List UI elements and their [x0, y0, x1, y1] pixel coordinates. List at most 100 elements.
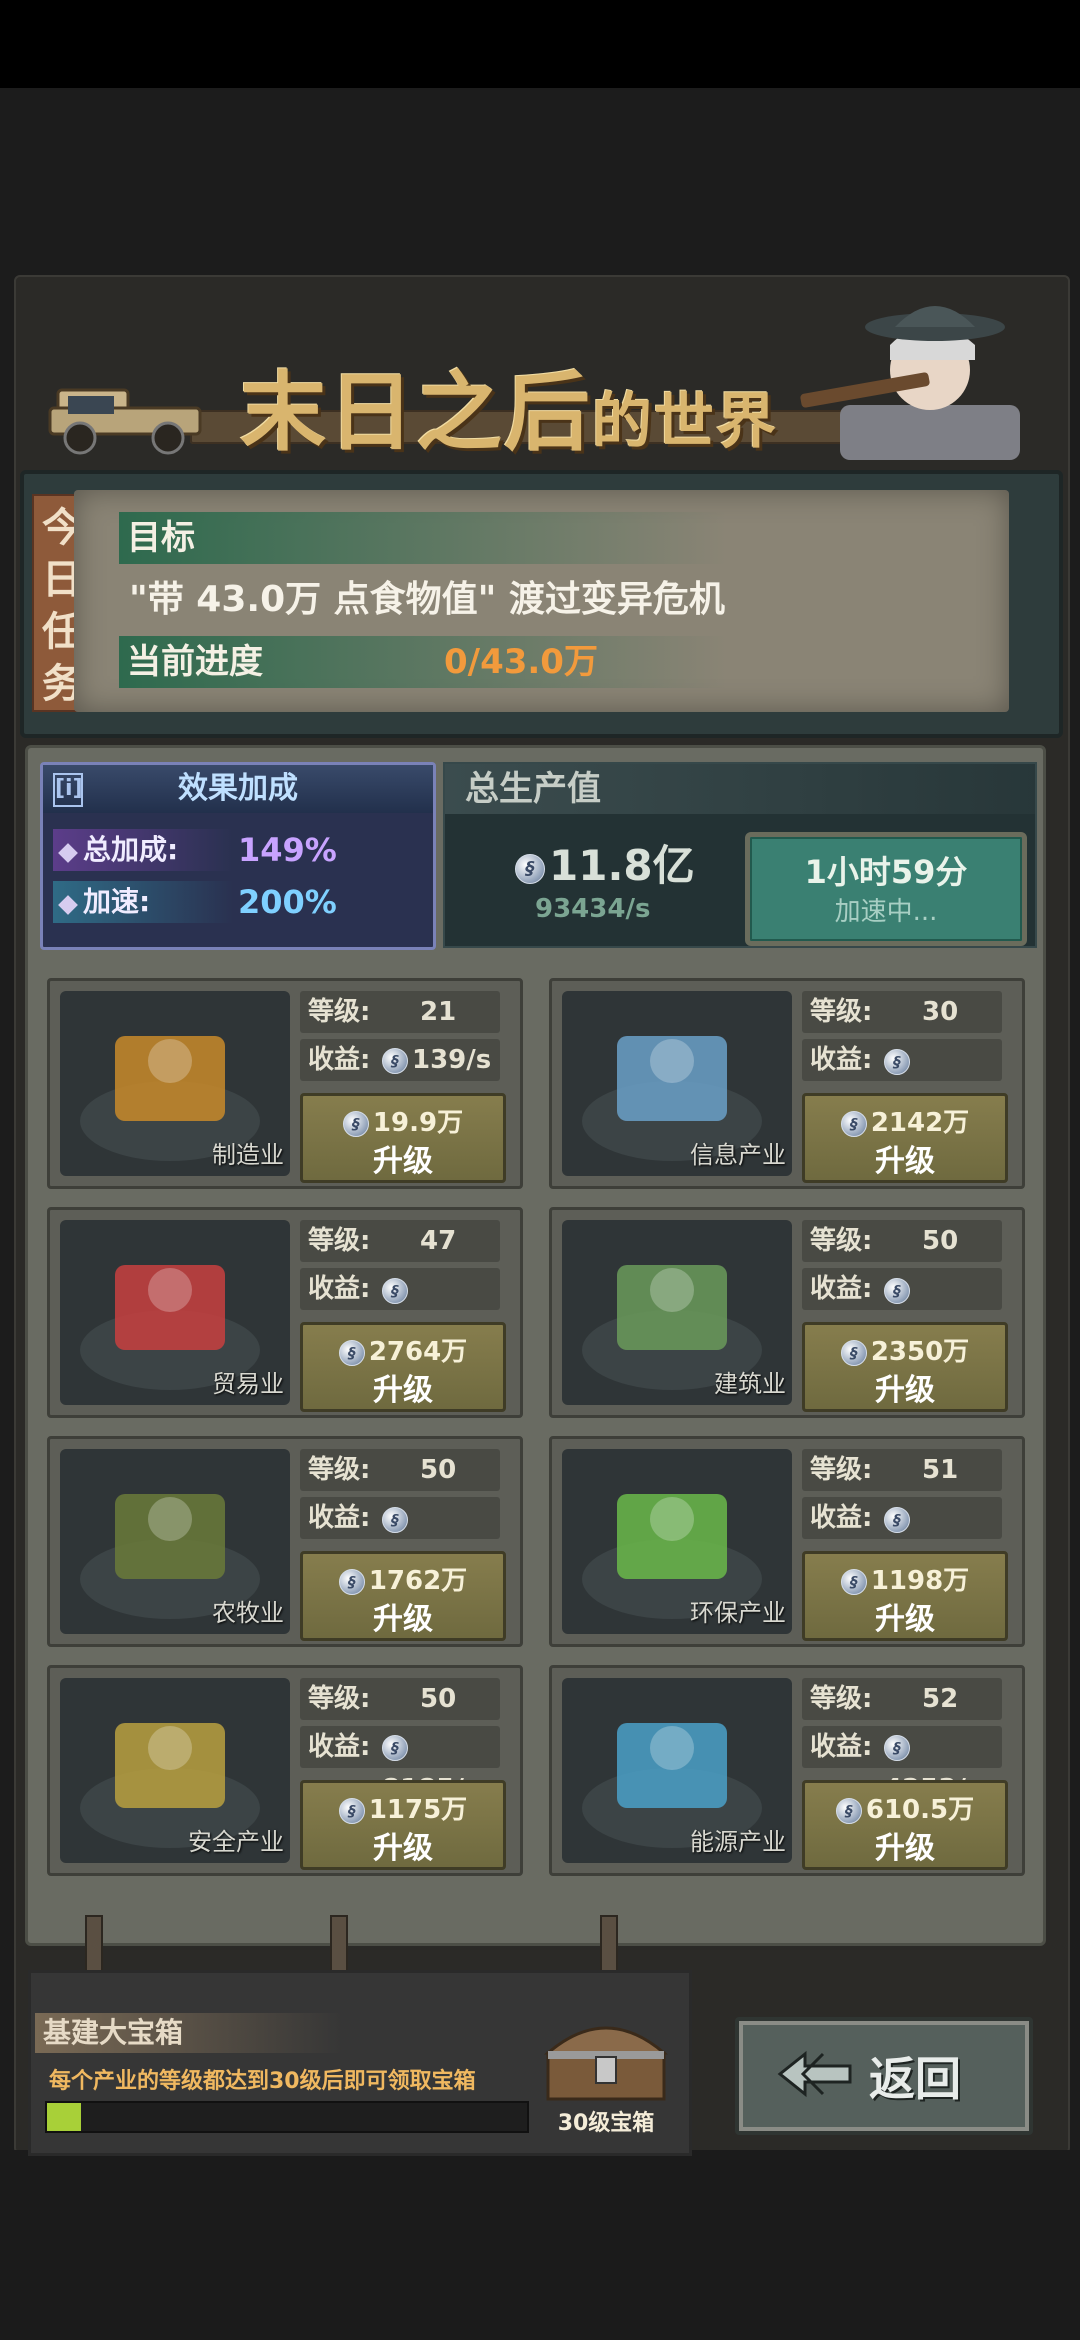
bottom-area: [0, 2150, 1080, 2340]
effect-bonus-header: [i] 效果加成: [43, 765, 433, 813]
industry-card: 制造业 等级: 21 收益: § 139/s § 19.9万 升级: [47, 978, 523, 1189]
coin-icon: §: [342, 1110, 369, 1137]
chest-description: 每个产业的等级都达到30级后即可领取宝箱: [49, 2069, 476, 2094]
speed-up-state: 加速中...: [834, 897, 938, 927]
industry-art[interactable]: 农牧业: [60, 1449, 290, 1634]
industry-art[interactable]: 制造业: [60, 991, 290, 1176]
upgrade-button[interactable]: § 2142万 升级: [802, 1093, 1008, 1183]
upgrade-label: 升级: [373, 1602, 433, 1637]
coin-icon: §: [338, 1797, 365, 1824]
total-production-panel: 总生产值 § 11.8亿 93434/s 1小时59分 加速中...: [443, 762, 1037, 948]
coin-icon: §: [884, 1048, 910, 1075]
level-value: 50: [420, 1684, 457, 1714]
industry-name: 制造业: [212, 1141, 284, 1169]
upgrade-cost: § 610.5万: [805, 1789, 1005, 1826]
industry-art[interactable]: 安全产业: [60, 1678, 290, 1863]
game-title-main: 末日之后: [240, 362, 592, 463]
industry-art[interactable]: 环保产业: [562, 1449, 792, 1634]
upgrade-button[interactable]: § 19.9万 升级: [300, 1093, 506, 1183]
industry-level: 等级: 30: [802, 991, 1002, 1033]
industry-art[interactable]: 建筑业: [562, 1220, 792, 1405]
income-label: 收益:: [810, 1045, 873, 1075]
level-value: 51: [922, 1455, 959, 1485]
upgrade-button[interactable]: § 1175万 升级: [300, 1780, 506, 1870]
level-label: 等级:: [810, 997, 873, 1027]
industry-art[interactable]: 贸易业: [60, 1220, 290, 1405]
task-progress-label: 当前进度: [119, 636, 727, 688]
speed-up-button[interactable]: 1小时59分 加速中...: [745, 832, 1027, 946]
info-icon[interactable]: [i]: [53, 773, 83, 807]
industry-level: 等级: 50: [802, 1220, 1002, 1262]
industry-art[interactable]: 信息产业: [562, 991, 792, 1176]
income-label: 收益:: [308, 1503, 371, 1533]
treasure-chest-icon[interactable]: [536, 2013, 676, 2103]
chest-progress-fill: [47, 2103, 81, 2131]
industry-level: 等级: 52: [802, 1678, 1002, 1720]
income-label: 收益:: [308, 1274, 371, 1304]
level-value: 47: [420, 1226, 457, 1256]
income-label: 收益:: [308, 1732, 371, 1762]
upgrade-button[interactable]: § 1198万 升级: [802, 1551, 1008, 1641]
industry-level: 等级: 51: [802, 1449, 1002, 1491]
upgrade-cost: § 2350万: [805, 1331, 1005, 1368]
industry-card: 信息产业等级:30收益:§14926/s§2142万升级: [549, 978, 1025, 1189]
game-title-sub: 的世界: [592, 387, 778, 457]
coin-icon: §: [382, 1506, 408, 1533]
level-label: 等级:: [308, 1455, 371, 1485]
industry-art[interactable]: 能源产业: [562, 1678, 792, 1863]
income-label: 收益:: [810, 1503, 873, 1533]
daily-task-panel: 今日任务 目标 "带 43.0万 点食物值" 渡过变异危机 当前进度 0/43.…: [20, 470, 1063, 738]
industry-level: 等级: 50: [300, 1449, 500, 1491]
upgrade-label: 升级: [373, 1831, 433, 1866]
coin-icon: §: [840, 1339, 867, 1366]
coin-icon: §: [840, 1110, 867, 1137]
level-label: 等级:: [810, 1226, 873, 1256]
industry-card: 环保产业等级:51收益:§11684/s§1198万升级: [549, 1436, 1025, 1647]
coin-icon: §: [338, 1339, 365, 1366]
industry-card: 贸易业等级:47 收益:§20030/s§2764万升级: [47, 1207, 523, 1418]
coin-icon: §: [884, 1277, 910, 1304]
upgrade-button[interactable]: § 1762万 升级: [300, 1551, 506, 1641]
level-value: 30: [922, 997, 959, 1027]
level-label: 等级:: [810, 1684, 873, 1714]
upgrade-cost: § 1175万: [303, 1789, 503, 1826]
upgrade-button[interactable]: § 610.5万 升级: [802, 1780, 1008, 1870]
industry-name: 信息产业: [690, 1141, 786, 1169]
industry-income: 收益:§20030/s: [300, 1268, 500, 1343]
industry-name: 环保产业: [690, 1599, 786, 1627]
industry-name: 建筑业: [714, 1370, 786, 1398]
coin-icon: §: [515, 853, 545, 884]
effect-bonus-title: 效果加成: [178, 771, 298, 806]
total-bonus-row: 总加成: 149%: [53, 825, 423, 875]
upgrade-button[interactable]: § 2764万 升级: [300, 1322, 506, 1412]
chest-level-label: 30级宝箱: [557, 2111, 655, 2136]
industry-name: 安全产业: [188, 1828, 284, 1856]
coin-icon: §: [840, 1568, 867, 1595]
level-label: 等级:: [308, 997, 371, 1027]
industry-income: 收益: § 139/s: [300, 1039, 500, 1081]
industry-level: 等级: 47: [300, 1220, 500, 1262]
chest-progress-bar: [45, 2101, 529, 2133]
upgrade-label: 升级: [875, 1602, 935, 1637]
industry-income: 收益:§8185/s: [300, 1726, 500, 1804]
upgrade-cost: § 2142万: [805, 1102, 1005, 1139]
effect-bonus-panel[interactable]: [i] 效果加成 总加成: 149% 加速: 200%: [40, 762, 436, 950]
upgrade-label: 升级: [875, 1144, 935, 1179]
treasure-chest-panel: 基建大宝箱 每个产业的等级都达到30级后即可领取宝箱 30级宝箱: [28, 1970, 692, 2156]
truck-icon: [48, 388, 202, 455]
double-arrow-left-icon: [777, 2050, 852, 2098]
level-value: 21: [420, 997, 457, 1027]
status-bar: [0, 0, 1080, 88]
total-bonus-label: 总加成:: [53, 829, 233, 871]
industry-level: 等级: 50: [300, 1678, 500, 1720]
total-production-title: 总生产值: [445, 764, 1035, 814]
task-progress-value: 0/43.0万: [444, 642, 598, 682]
speed-up-time: 1小时59分: [804, 853, 968, 891]
industry-income: 收益:§17025/s: [802, 1268, 1002, 1343]
back-button[interactable]: 返回: [735, 2017, 1033, 2135]
level-value: 50: [420, 1455, 457, 1485]
diamond-icon: [58, 895, 78, 915]
upgrade-button[interactable]: § 2350万 升级: [802, 1322, 1008, 1412]
upgrade-label: 升级: [875, 1373, 935, 1408]
industry-income: 收益:§17189/s: [300, 1497, 500, 1572]
